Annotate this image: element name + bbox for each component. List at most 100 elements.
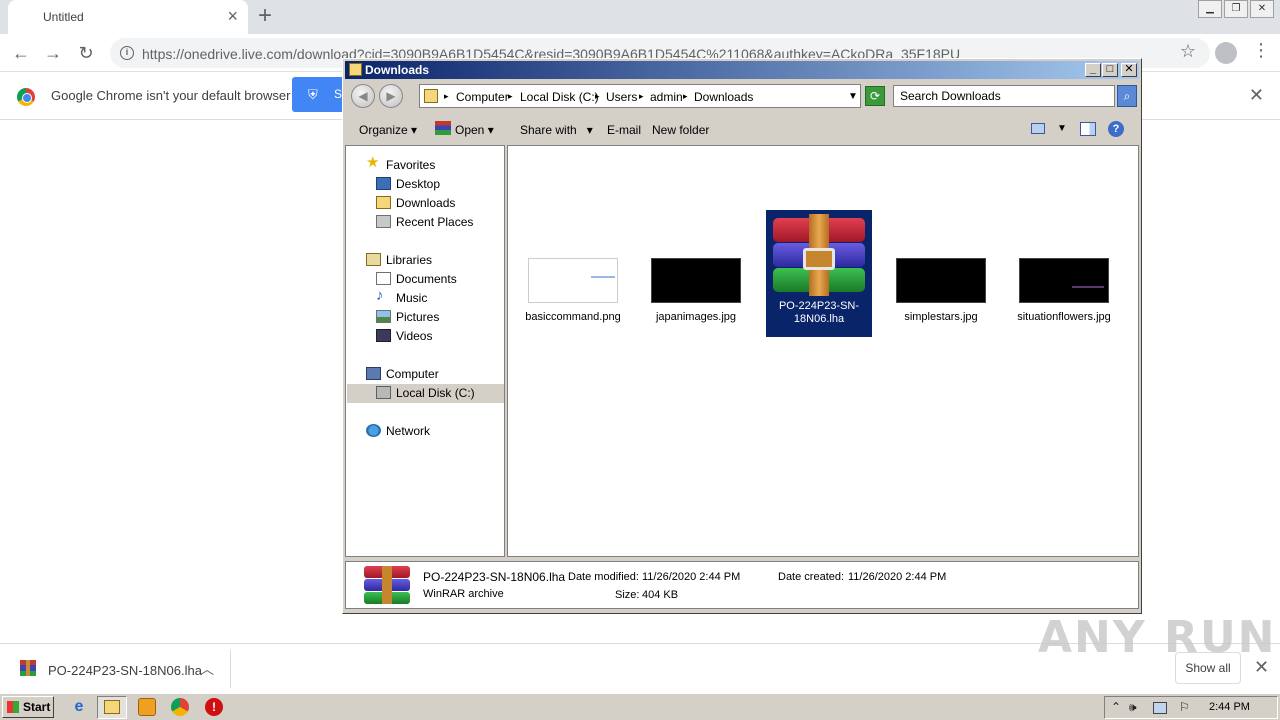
back-icon[interactable]: ←: [8, 40, 34, 66]
share-with-button[interactable]: Share with ▾: [520, 123, 593, 137]
date-created-value: 11/26/2020 2:44 PM: [848, 571, 947, 583]
image-thumbnail: [528, 258, 618, 303]
explorer-close-icon[interactable]: ✕: [1121, 63, 1137, 77]
bookmark-star-icon[interactable]: ☆: [1180, 41, 1196, 62]
winrar-archive-icon: [364, 566, 410, 604]
organize-label: Organize: [359, 123, 408, 137]
reload-icon[interactable]: ↻: [73, 40, 99, 66]
preview-pane-icon[interactable]: [1080, 122, 1096, 136]
browser-tab[interactable]: Untitled ×: [8, 0, 248, 34]
download-filename[interactable]: PO-224P23-SN-18N06.lha: [48, 663, 202, 678]
winrar-file-icon: [20, 660, 36, 676]
nav-libraries[interactable]: Libraries: [386, 253, 432, 267]
nav-downloads[interactable]: Downloads: [396, 196, 455, 210]
winrar-archive-icon: [773, 214, 865, 296]
crumb-sep-icon[interactable]: ▸: [508, 91, 513, 102]
new-tab-icon[interactable]: +: [258, 4, 272, 28]
close-window-icon[interactable]: ✕: [1250, 0, 1274, 18]
address-bar[interactable]: ▸ Computer ▸ Local Disk (C:) ▸ Users ▸ a…: [419, 84, 861, 108]
desktop-icon: [376, 177, 391, 190]
documents-icon: [376, 272, 391, 285]
infobar-close-icon[interactable]: ✕: [1249, 85, 1264, 106]
start-button[interactable]: Start: [2, 696, 54, 718]
system-tray: ⌃ 🕪 ⚐ 2:44 PM: [1104, 696, 1278, 719]
alert-stop-icon[interactable]: !: [205, 698, 223, 716]
crumb-downloads[interactable]: Downloads: [694, 90, 753, 104]
set-default-label: S: [334, 87, 343, 101]
site-info-icon[interactable]: i: [120, 46, 134, 60]
profile-avatar-icon[interactable]: [1215, 42, 1237, 64]
chevron-up-icon[interactable]: ︿: [200, 659, 214, 679]
help-icon[interactable]: ?: [1108, 121, 1124, 137]
nav-computer[interactable]: Computer: [386, 367, 439, 381]
crumb-local-disk[interactable]: Local Disk (C:): [520, 90, 599, 104]
crumb-sep-icon[interactable]: ▸: [683, 91, 688, 102]
crumb-sep-icon[interactable]: ▸: [639, 91, 644, 102]
nav-local-disk[interactable]: Local Disk (C:): [396, 386, 475, 400]
size-value: 404 KB: [642, 589, 679, 601]
crumb-users[interactable]: Users: [606, 90, 637, 104]
details-pane: PO-224P23-SN-18N06.lha WinRAR archive Da…: [345, 561, 1139, 609]
nav-videos[interactable]: Videos: [396, 329, 432, 343]
file-item-selected[interactable]: PO-224P23-SN-18N06.lha: [766, 210, 872, 337]
explorer-title: Downloads: [365, 63, 430, 77]
file-list-pane: basiccommand.png japanimages.jpg PO-224P…: [507, 145, 1139, 557]
file-name: PO-224P23-SN-18N06.lha: [778, 300, 860, 325]
date-created-label: Date created:: [778, 571, 845, 583]
action-center-flag-icon[interactable]: ⚐: [1179, 700, 1190, 714]
image-thumbnail: [651, 258, 741, 303]
explorer-titlebar[interactable]: Downloads _ □ ✕: [345, 61, 1139, 79]
tray-expand-icon[interactable]: ⌃: [1111, 700, 1121, 714]
address-dropdown-icon[interactable]: ▼: [848, 91, 858, 102]
file-item[interactable]: situationflowers.jpg: [1011, 258, 1117, 324]
views-dropdown-icon[interactable]: ▼: [1057, 123, 1067, 134]
organize-button[interactable]: Organize ▾: [359, 123, 417, 137]
file-item[interactable]: basiccommand.png: [520, 258, 626, 324]
network-status-icon[interactable]: [1153, 702, 1167, 714]
chrome-taskbar-icon[interactable]: [171, 698, 189, 716]
crumb-sep-icon[interactable]: ▸: [444, 91, 449, 102]
folder-icon: [424, 89, 438, 103]
crumb-admin[interactable]: admin: [650, 90, 683, 104]
crumb-sep-icon[interactable]: ▸: [595, 91, 600, 102]
new-folder-button[interactable]: New folder: [652, 123, 709, 137]
crumb-computer[interactable]: Computer: [456, 90, 509, 104]
forward-icon[interactable]: →: [40, 40, 66, 66]
search-input[interactable]: Search Downloads: [893, 85, 1115, 107]
file-item[interactable]: simplestars.jpg: [888, 258, 994, 324]
nav-pictures[interactable]: Pictures: [396, 310, 439, 324]
email-button[interactable]: E-mail: [607, 123, 641, 137]
music-icon: ♪: [376, 287, 384, 304]
refresh-icon[interactable]: ⟳: [865, 86, 885, 106]
views-icon[interactable]: [1031, 123, 1045, 134]
nav-favorites[interactable]: Favorites: [386, 158, 435, 172]
chrome-menu-icon[interactable]: ⋮: [1252, 40, 1270, 61]
explorer-forward-icon[interactable]: ▶: [379, 84, 403, 108]
nav-desktop[interactable]: Desktop: [396, 177, 440, 191]
libraries-icon: [366, 253, 381, 266]
internet-explorer-icon[interactable]: e: [70, 698, 88, 716]
explorer-minimize-icon[interactable]: _: [1085, 63, 1101, 77]
file-name: basiccommand.png: [525, 311, 621, 323]
taskbar-clock[interactable]: 2:44 PM: [1209, 701, 1250, 713]
chrome-tabstrip: Untitled × + ▁ ❐ ✕: [0, 0, 1280, 34]
minimize-icon[interactable]: ▁: [1198, 0, 1222, 18]
restore-icon[interactable]: ❐: [1224, 0, 1248, 18]
volume-icon[interactable]: 🕪: [1129, 700, 1137, 715]
search-icon[interactable]: ⌕: [1117, 85, 1137, 107]
explorer-taskbar-button[interactable]: [97, 696, 127, 719]
media-player-icon[interactable]: [138, 698, 156, 716]
recent-places-icon: [376, 215, 391, 228]
nav-network[interactable]: Network: [386, 424, 430, 438]
size-label: Size:: [615, 589, 640, 601]
explorer-maximize-icon[interactable]: □: [1102, 63, 1118, 77]
file-item[interactable]: japanimages.jpg: [643, 258, 749, 324]
tab-close-icon[interactable]: ×: [227, 7, 238, 25]
command-bar: Organize ▾ Open ▾ Share with ▾ E-mail Ne…: [345, 113, 1139, 145]
nav-music[interactable]: Music: [396, 291, 427, 305]
folder-icon: [104, 700, 120, 714]
explorer-back-icon[interactable]: ◀: [351, 84, 375, 108]
nav-recent-places[interactable]: Recent Places: [396, 215, 473, 229]
open-button[interactable]: Open ▾: [455, 123, 494, 137]
nav-documents[interactable]: Documents: [396, 272, 457, 286]
